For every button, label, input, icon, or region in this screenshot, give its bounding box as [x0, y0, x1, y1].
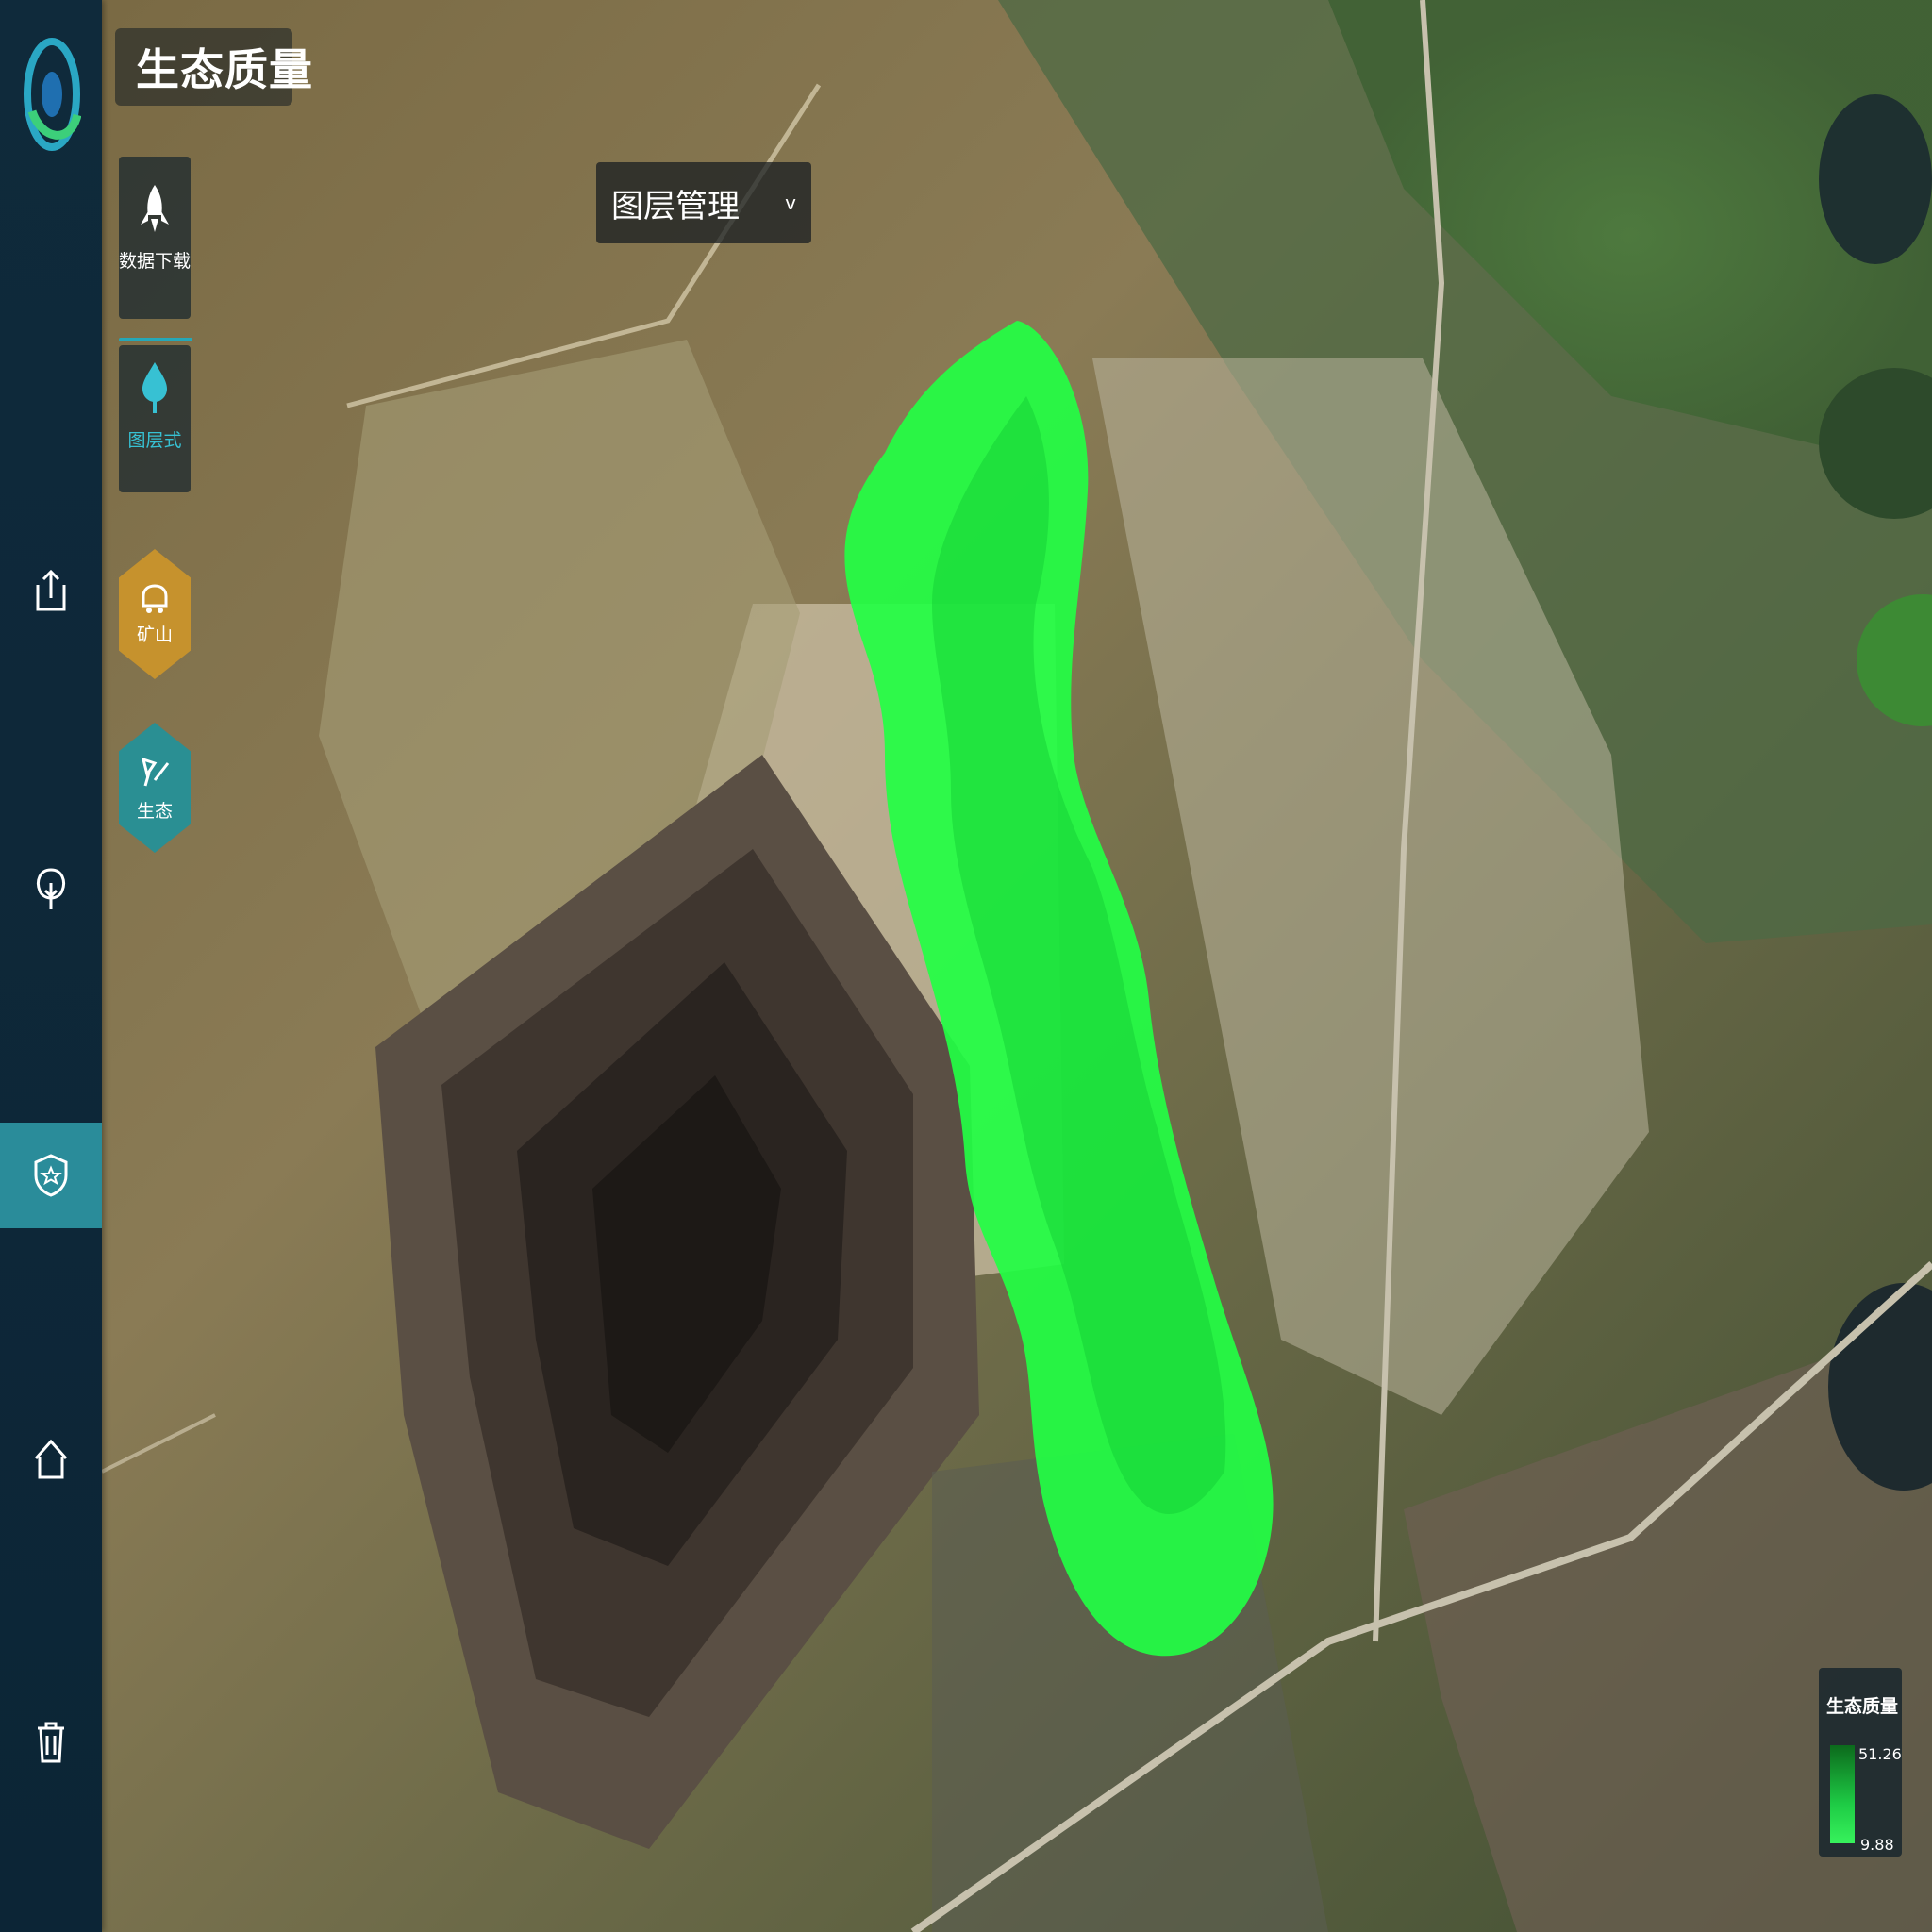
swirl-logo-icon — [24, 38, 82, 151]
legend-title: 生态质量 — [1826, 1696, 1899, 1717]
ecology-label: 生态 — [136, 800, 173, 822]
app-logo[interactable] — [23, 36, 82, 153]
export-icon — [36, 569, 66, 611]
rail-export-button[interactable] — [0, 538, 102, 643]
satellite-map[interactable] — [102, 0, 1932, 1932]
left-sidebar — [0, 0, 102, 1932]
rail-home-button[interactable] — [0, 1406, 102, 1511]
page-title-chip: 生态质量 — [115, 28, 312, 106]
page-title: 生态质量 — [136, 44, 313, 95]
mine-cart-icon — [142, 583, 168, 613]
home-icon — [34, 1439, 68, 1479]
rocket-icon — [141, 185, 169, 232]
data-download-tool[interactable]: 数据下载 — [119, 157, 191, 319]
pen-edit-icon — [141, 757, 170, 786]
layer-style-tool[interactable]: 图层式 — [119, 345, 191, 492]
pond — [1819, 94, 1932, 264]
tree-icon — [37, 868, 65, 909]
data-download-label: 数据下载 — [119, 251, 192, 272]
map-canvas — [102, 0, 1932, 1932]
shield-star-icon — [34, 1154, 68, 1197]
rail-shield-button[interactable] — [0, 1123, 102, 1228]
mine-label: 矿山 — [136, 624, 173, 645]
layer-management-label: 图层管理 — [611, 187, 740, 225]
rail-tree-button[interactable] — [0, 836, 102, 941]
layer-style-label: 图层式 — [127, 430, 182, 451]
map-legend: 生态质量 51.26 9.88 — [1819, 1668, 1902, 1857]
tool-divider — [119, 338, 192, 341]
trash-icon — [38, 1722, 64, 1763]
rail-delete-button[interactable] — [0, 1689, 102, 1794]
layer-management-dropdown[interactable]: 图层管理 v — [596, 162, 811, 243]
legend-max-value: 51.26 — [1858, 1745, 1902, 1763]
legend-color-bar — [1830, 1745, 1855, 1843]
chevron-down-icon: v — [785, 192, 796, 214]
water-drop-icon — [142, 362, 167, 413]
legend-min-value: 9.88 — [1860, 1836, 1894, 1854]
